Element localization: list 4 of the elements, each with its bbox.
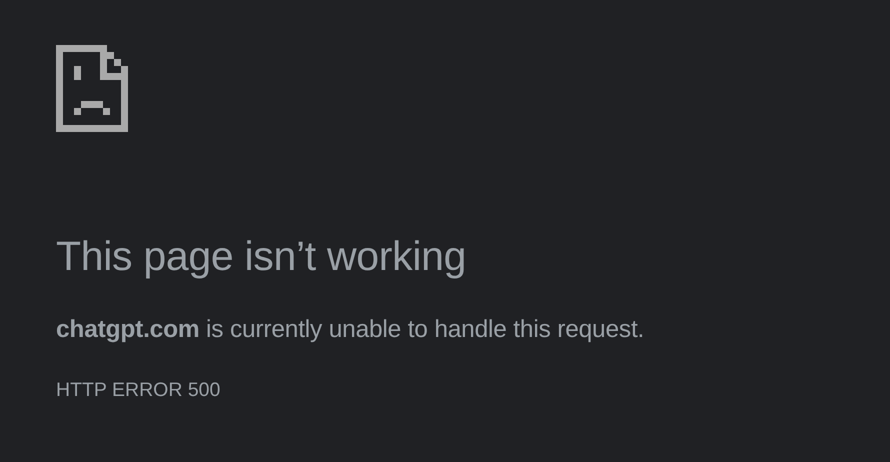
error-code: HTTP ERROR 500 (56, 379, 220, 402)
error-message: chatgpt.com is currently unable to handle this request. (56, 315, 644, 346)
error-heading: This page isn’t working (56, 232, 466, 281)
error-page-icon (56, 45, 128, 132)
